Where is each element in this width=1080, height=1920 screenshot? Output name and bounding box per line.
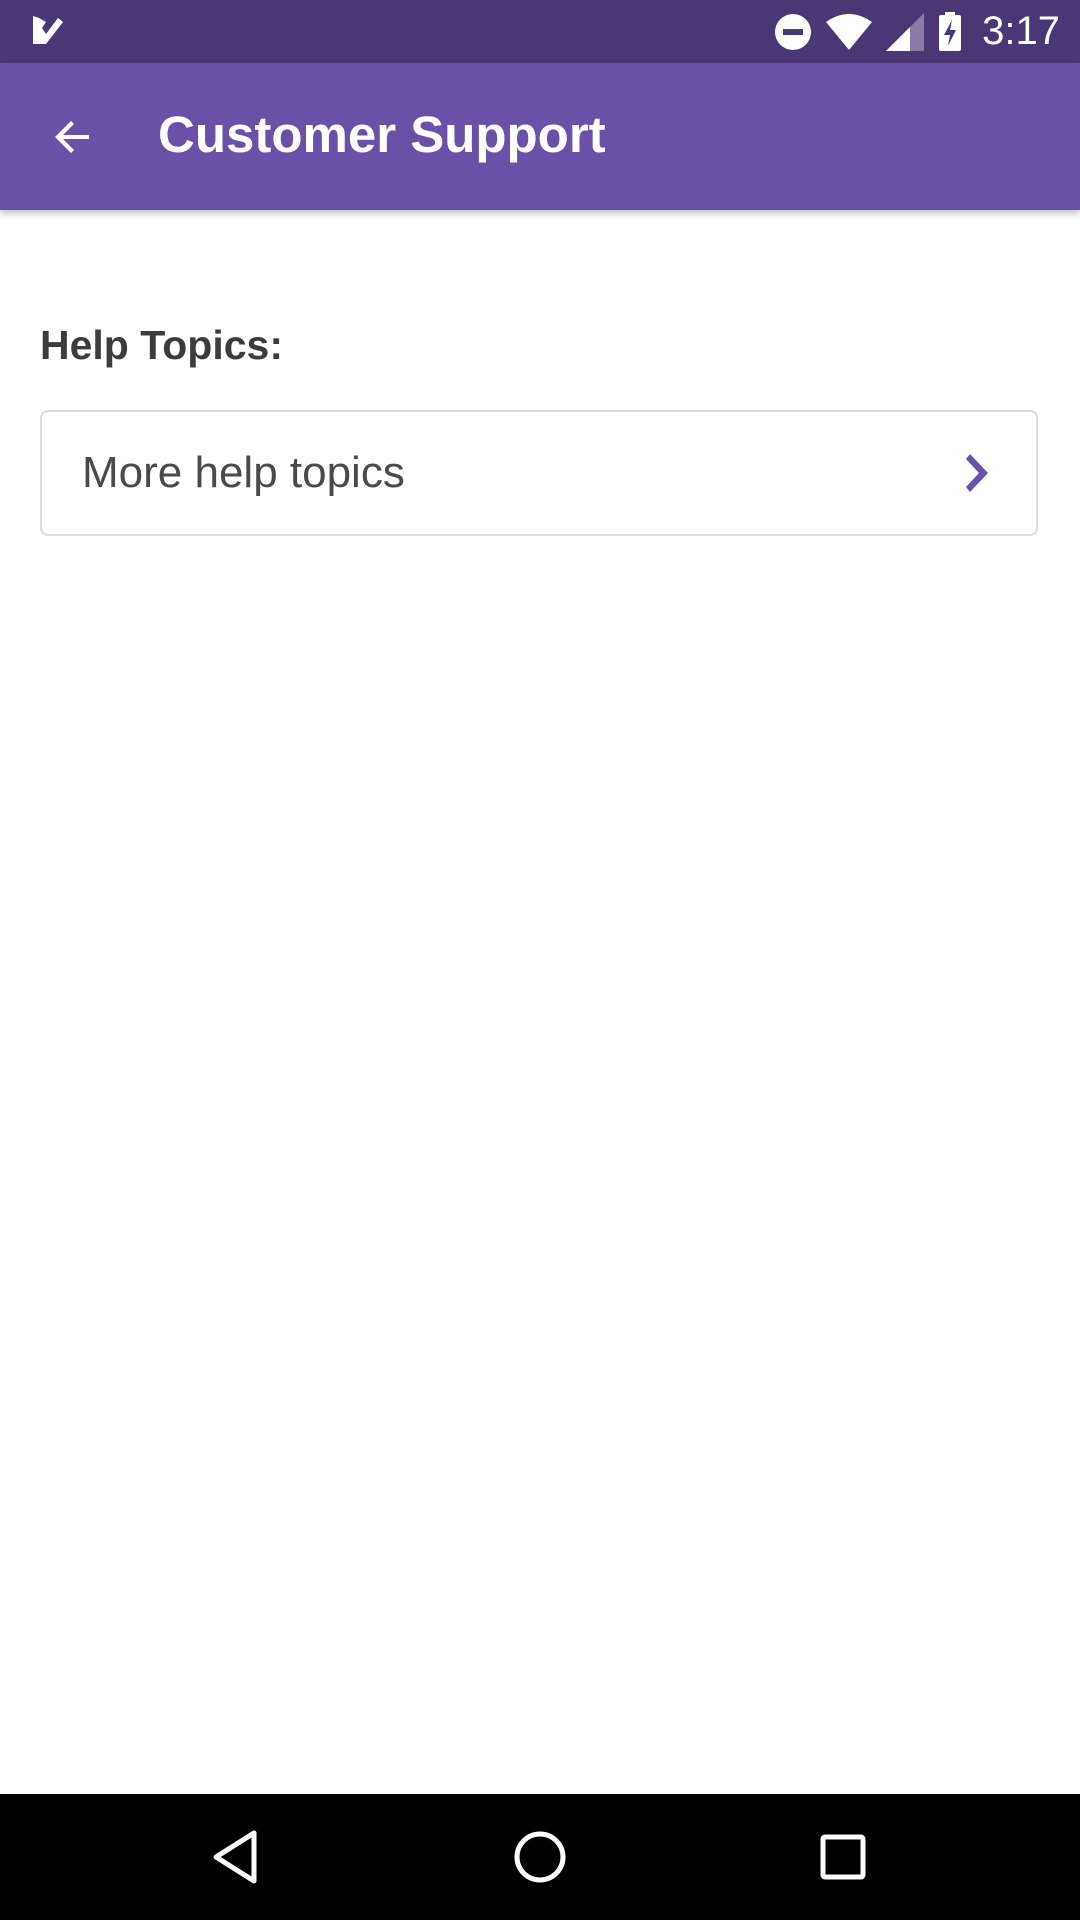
wifi-icon — [826, 13, 873, 50]
navigation-bar — [0, 1794, 1080, 1920]
battery-charging-icon — [939, 11, 962, 51]
app-notification-icon — [33, 16, 63, 44]
chevron-right-icon — [966, 454, 988, 492]
nav-recents-button[interactable] — [808, 1822, 878, 1892]
back-button[interactable] — [36, 100, 110, 174]
status-time: 3:17 — [982, 9, 1060, 53]
nav-home-button[interactable] — [505, 1822, 575, 1892]
main-content: Help Topics: More help topics — [0, 210, 1080, 1794]
signal-icon — [886, 12, 925, 51]
app-bar: Customer Support — [0, 63, 1080, 210]
nav-recents-icon — [820, 1834, 866, 1880]
page-title: Customer Support — [158, 106, 606, 163]
status-bar: 3:17 — [0, 0, 1080, 63]
help-topic-label: More help topics — [82, 448, 405, 497]
nav-back-icon — [213, 1830, 257, 1884]
arrow-back-icon — [55, 121, 89, 153]
help-topics-label: Help Topics: — [40, 322, 283, 368]
status-icons: 3:17 — [774, 0, 1060, 63]
do-not-disturb-icon — [775, 13, 812, 50]
screen: 3:17 Customer Support Help Topics: More … — [0, 0, 1080, 1920]
nav-back-button[interactable] — [200, 1822, 270, 1892]
nav-home-icon — [514, 1831, 566, 1883]
more-help-topics-button[interactable]: More help topics — [40, 410, 1038, 536]
